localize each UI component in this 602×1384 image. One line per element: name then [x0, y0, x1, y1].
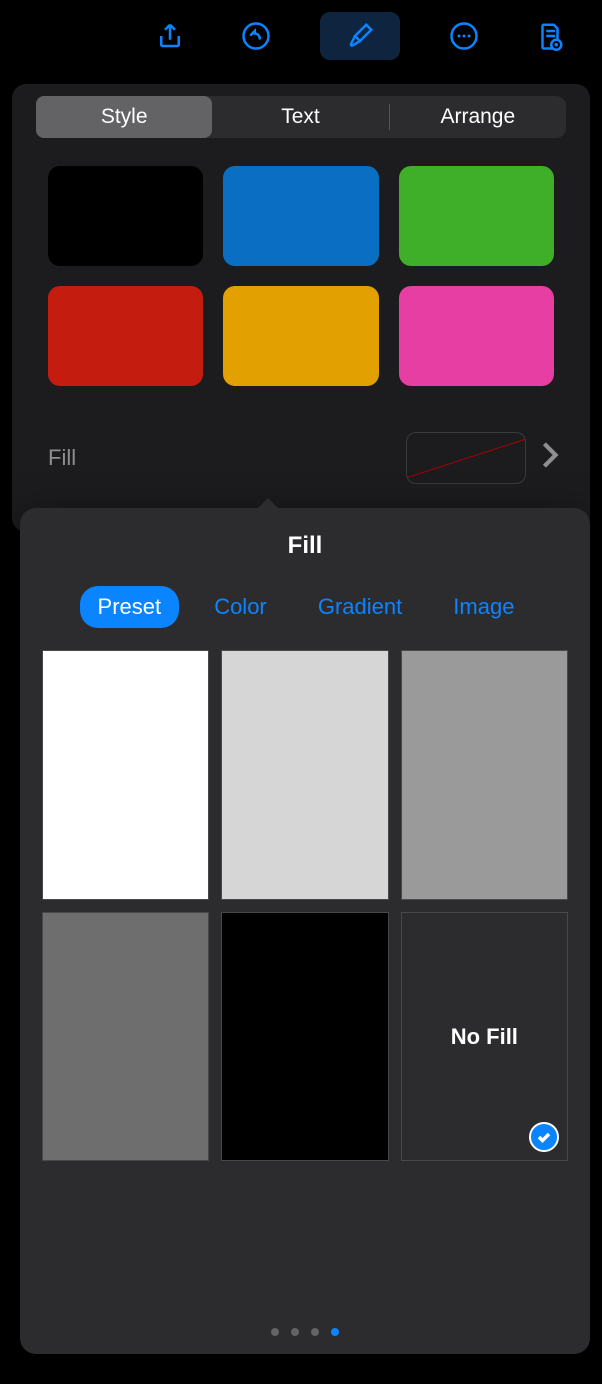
format-panel: Style Text Arrange Fill [12, 84, 590, 532]
panel-segmented-control: Style Text Arrange [36, 96, 566, 138]
style-swatch[interactable] [48, 286, 203, 386]
preset-swatch[interactable] [221, 650, 388, 900]
style-swatch[interactable] [48, 166, 203, 266]
tab-text[interactable]: Text [212, 96, 388, 138]
fill-tab-image[interactable]: Image [437, 586, 530, 628]
format-brush-icon[interactable] [320, 12, 400, 60]
style-swatch[interactable] [223, 286, 378, 386]
popover-tabs: Preset Color Gradient Image [20, 578, 590, 650]
fill-row[interactable]: Fill [24, 414, 578, 502]
page-dot [271, 1328, 279, 1336]
top-toolbar [0, 0, 602, 72]
preset-swatch[interactable] [42, 650, 209, 900]
tab-style[interactable]: Style [36, 96, 212, 138]
page-dot [311, 1328, 319, 1336]
fill-tab-color[interactable]: Color [198, 586, 283, 628]
preset-grid: No Fill [20, 650, 590, 1161]
fill-row-label: Fill [48, 445, 76, 471]
page-dot [331, 1328, 339, 1336]
preset-swatch[interactable] [401, 650, 568, 900]
style-swatch[interactable] [399, 166, 554, 266]
page-dot [291, 1328, 299, 1336]
tab-text-label: Text [281, 105, 320, 129]
tab-style-label: Style [101, 105, 148, 129]
style-swatch[interactable] [399, 286, 554, 386]
popover-title: Fill [20, 508, 590, 578]
fill-current-thumb [406, 432, 526, 484]
preset-swatch-no-fill[interactable]: No Fill [401, 912, 568, 1162]
share-icon[interactable] [148, 14, 192, 58]
style-swatch-grid [12, 126, 590, 414]
fill-tab-gradient-label: Gradient [318, 594, 402, 619]
checkmark-icon [529, 1122, 559, 1152]
chevron-right-icon [540, 441, 560, 475]
fill-popover: Fill Preset Color Gradient Image No Fill [20, 508, 590, 1354]
style-swatch[interactable] [223, 166, 378, 266]
tab-arrange-label: Arrange [440, 105, 515, 129]
more-icon[interactable] [442, 14, 486, 58]
fill-tab-gradient[interactable]: Gradient [302, 586, 418, 628]
tab-arrange[interactable]: Arrange [390, 96, 566, 138]
fill-tab-preset[interactable]: Preset [80, 586, 180, 628]
no-fill-label: No Fill [451, 1024, 518, 1050]
page-indicator[interactable] [20, 1300, 590, 1354]
fill-tab-color-label: Color [214, 594, 267, 619]
fill-tab-preset-label: Preset [98, 594, 162, 619]
document-options-icon[interactable] [528, 14, 572, 58]
preset-swatch[interactable] [42, 912, 209, 1162]
fill-tab-image-label: Image [453, 594, 514, 619]
undo-icon[interactable] [234, 14, 278, 58]
preset-swatch[interactable] [221, 912, 388, 1162]
